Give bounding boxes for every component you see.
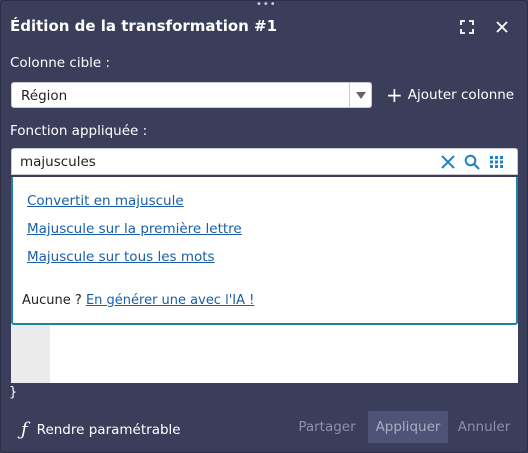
close-icon[interactable] [490,15,514,39]
chevron-down-icon[interactable] [349,83,371,107]
share-button[interactable]: Partager [294,411,360,443]
no-match-line: Aucune ? En générer une avec l'IA ! [22,293,254,308]
suggestion-item[interactable]: Convertit en majuscule [27,193,184,209]
function-suggestions-dropdown: Convertit en majuscule Majuscule sur la … [11,177,518,325]
clear-icon[interactable] [438,152,458,172]
closing-brace: } [9,385,18,400]
plus-icon: + [386,83,403,107]
function-icon: ƒ [21,419,28,440]
suggestion-item[interactable]: Majuscule sur tous les mots [27,249,215,265]
grid-icon[interactable] [487,152,507,172]
generate-with-ai-link[interactable]: En générer une avec l'IA ! [86,293,254,308]
add-column-label: Ajouter colonne [407,87,515,103]
function-label: Fonction appliquée : [10,123,148,139]
expand-icon[interactable] [455,15,479,39]
target-column-label: Colonne cible : [10,55,111,71]
drag-grip[interactable]: ••• [256,0,277,10]
make-parametrable-label: Rendre paramétrable [36,421,181,438]
target-column-select[interactable]: Région [11,82,372,108]
make-parametrable-button[interactable]: ƒ Rendre paramétrable [21,419,181,440]
function-search-box [11,148,518,175]
add-column-button[interactable]: + Ajouter colonne [386,85,514,105]
suggestion-item[interactable]: Majuscule sur la première lettre [27,221,242,237]
search-icon[interactable] [462,152,482,172]
cancel-button[interactable]: Annuler [453,411,515,443]
function-search-input[interactable] [20,153,430,171]
dialog-header: Édition de la transformation #1 [10,15,520,39]
transformation-dialog: ••• Édition de la transformation #1 Colo… [0,0,528,453]
target-column-value: Région [21,88,68,104]
apply-button[interactable]: Appliquer [368,411,448,443]
dialog-title: Édition de la transformation #1 [10,17,278,35]
no-match-text: Aucune ? [22,293,82,308]
